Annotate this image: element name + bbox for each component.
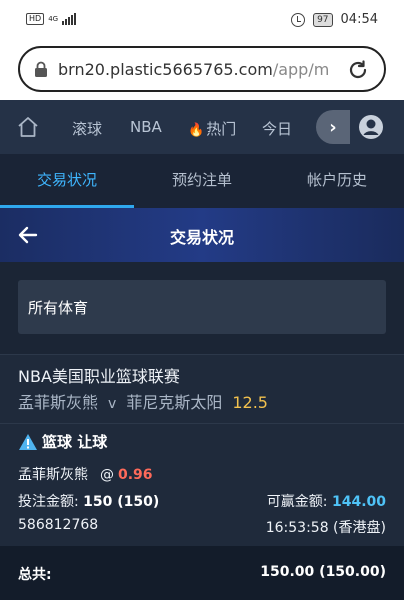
reload-icon[interactable] bbox=[346, 58, 370, 82]
bet-selection: 孟菲斯灰熊 @0.96 bbox=[18, 464, 153, 484]
fire-icon: 🔥 bbox=[188, 123, 205, 138]
page-header: 交易状况 bbox=[0, 208, 404, 262]
signal-icon bbox=[62, 13, 77, 25]
nav-item-today[interactable]: 今日 bbox=[262, 118, 292, 139]
at-symbol: @ bbox=[100, 467, 114, 483]
nav-item-live[interactable]: 滚球 bbox=[72, 118, 102, 139]
total-bar: 总共: 150.00 (150.00) bbox=[0, 546, 404, 600]
url-path: /app/m bbox=[272, 60, 330, 79]
home-icon[interactable] bbox=[16, 115, 40, 139]
sport-filter-value: 所有体育 bbox=[28, 299, 89, 317]
tab-label: 预约注单 bbox=[171, 171, 232, 189]
top-nav: 滚球 NBA 🔥 热门 今日 › bbox=[0, 100, 404, 154]
market-type: 篮球 让球 bbox=[18, 431, 107, 452]
filter-area: 所有体育 bbox=[0, 262, 404, 354]
tab-label: 帐户历史 bbox=[306, 171, 367, 189]
browser-toolbar: brn20.plastic5665765.com/app/m bbox=[0, 40, 404, 100]
win-label: 可赢金额: bbox=[266, 494, 328, 510]
battery-icon: 97 bbox=[313, 12, 333, 27]
handicap-line: 12.5 bbox=[232, 393, 268, 412]
away-team: 菲尼克斯太阳 bbox=[126, 393, 223, 412]
sport-filter-select[interactable]: 所有体育 bbox=[18, 280, 386, 334]
total-value: 150.00 (150.00) bbox=[260, 564, 386, 580]
total-label: 总共: bbox=[18, 567, 52, 583]
bet-id: 586812768 bbox=[18, 517, 99, 533]
stake-label: 投注金额: bbox=[18, 494, 79, 510]
nav-scroll-right-button[interactable]: › bbox=[316, 110, 350, 144]
hd-badge: HD bbox=[26, 13, 45, 25]
status-right: 97 04:54 bbox=[291, 12, 378, 27]
versus-label: v bbox=[108, 396, 117, 412]
status-left: HD 4G bbox=[26, 13, 77, 25]
address-bar[interactable]: brn20.plastic5665765.com/app/m bbox=[18, 46, 386, 92]
divider bbox=[0, 423, 404, 424]
page-title: 交易状况 bbox=[169, 228, 234, 247]
nav-item-hot-label: 热门 bbox=[206, 120, 237, 138]
nav-item-hot[interactable]: 🔥 热门 bbox=[188, 118, 236, 139]
url-host: brn20.plastic5665765.com bbox=[58, 60, 273, 79]
nav-item-nba[interactable]: NBA bbox=[130, 118, 162, 136]
tab-history[interactable]: 帐户历史 bbox=[270, 154, 404, 208]
url-text[interactable]: brn20.plastic5665765.com/app/m bbox=[58, 60, 338, 79]
market-label: 篮球 让球 bbox=[42, 433, 108, 451]
tab-scheduled[interactable]: 预约注单 bbox=[135, 154, 269, 208]
matchup: 孟菲斯灰熊 v 菲尼克斯太阳 12.5 bbox=[18, 389, 268, 413]
bet-card: NBA美国职业篮球联赛 孟菲斯灰熊 v 菲尼克斯太阳 12.5 篮球 让球 孟菲斯灰熊… bbox=[0, 354, 404, 546]
selection-team: 孟菲斯灰熊 bbox=[18, 467, 88, 483]
lock-icon bbox=[35, 61, 47, 77]
stake-value: 150 (150) bbox=[83, 494, 160, 510]
warning-icon bbox=[19, 433, 37, 450]
stake-row: 投注金额: 150 (150) bbox=[18, 491, 159, 511]
status-bar: HD 4G 97 04:54 bbox=[0, 0, 404, 40]
odds-value: 0.96 bbox=[118, 467, 153, 483]
win-value: 144.00 bbox=[331, 494, 386, 510]
tab-label: 交易状况 bbox=[36, 171, 97, 189]
alarm-icon bbox=[291, 12, 306, 27]
home-team: 孟菲斯灰熊 bbox=[18, 393, 99, 412]
league-name: NBA美国职业篮球联赛 bbox=[18, 367, 180, 386]
win-row: 可赢金额: 144.00 bbox=[267, 491, 386, 511]
tab-bar: 交易状况 预约注单 帐户历史 bbox=[0, 154, 404, 208]
user-icon[interactable] bbox=[358, 114, 384, 140]
clock: 04:54 bbox=[340, 12, 378, 27]
bet-time: 16:53:58 (香港盘) bbox=[265, 520, 386, 536]
network-label: 4G bbox=[48, 15, 59, 23]
tab-transactions[interactable]: 交易状况 bbox=[0, 154, 134, 208]
